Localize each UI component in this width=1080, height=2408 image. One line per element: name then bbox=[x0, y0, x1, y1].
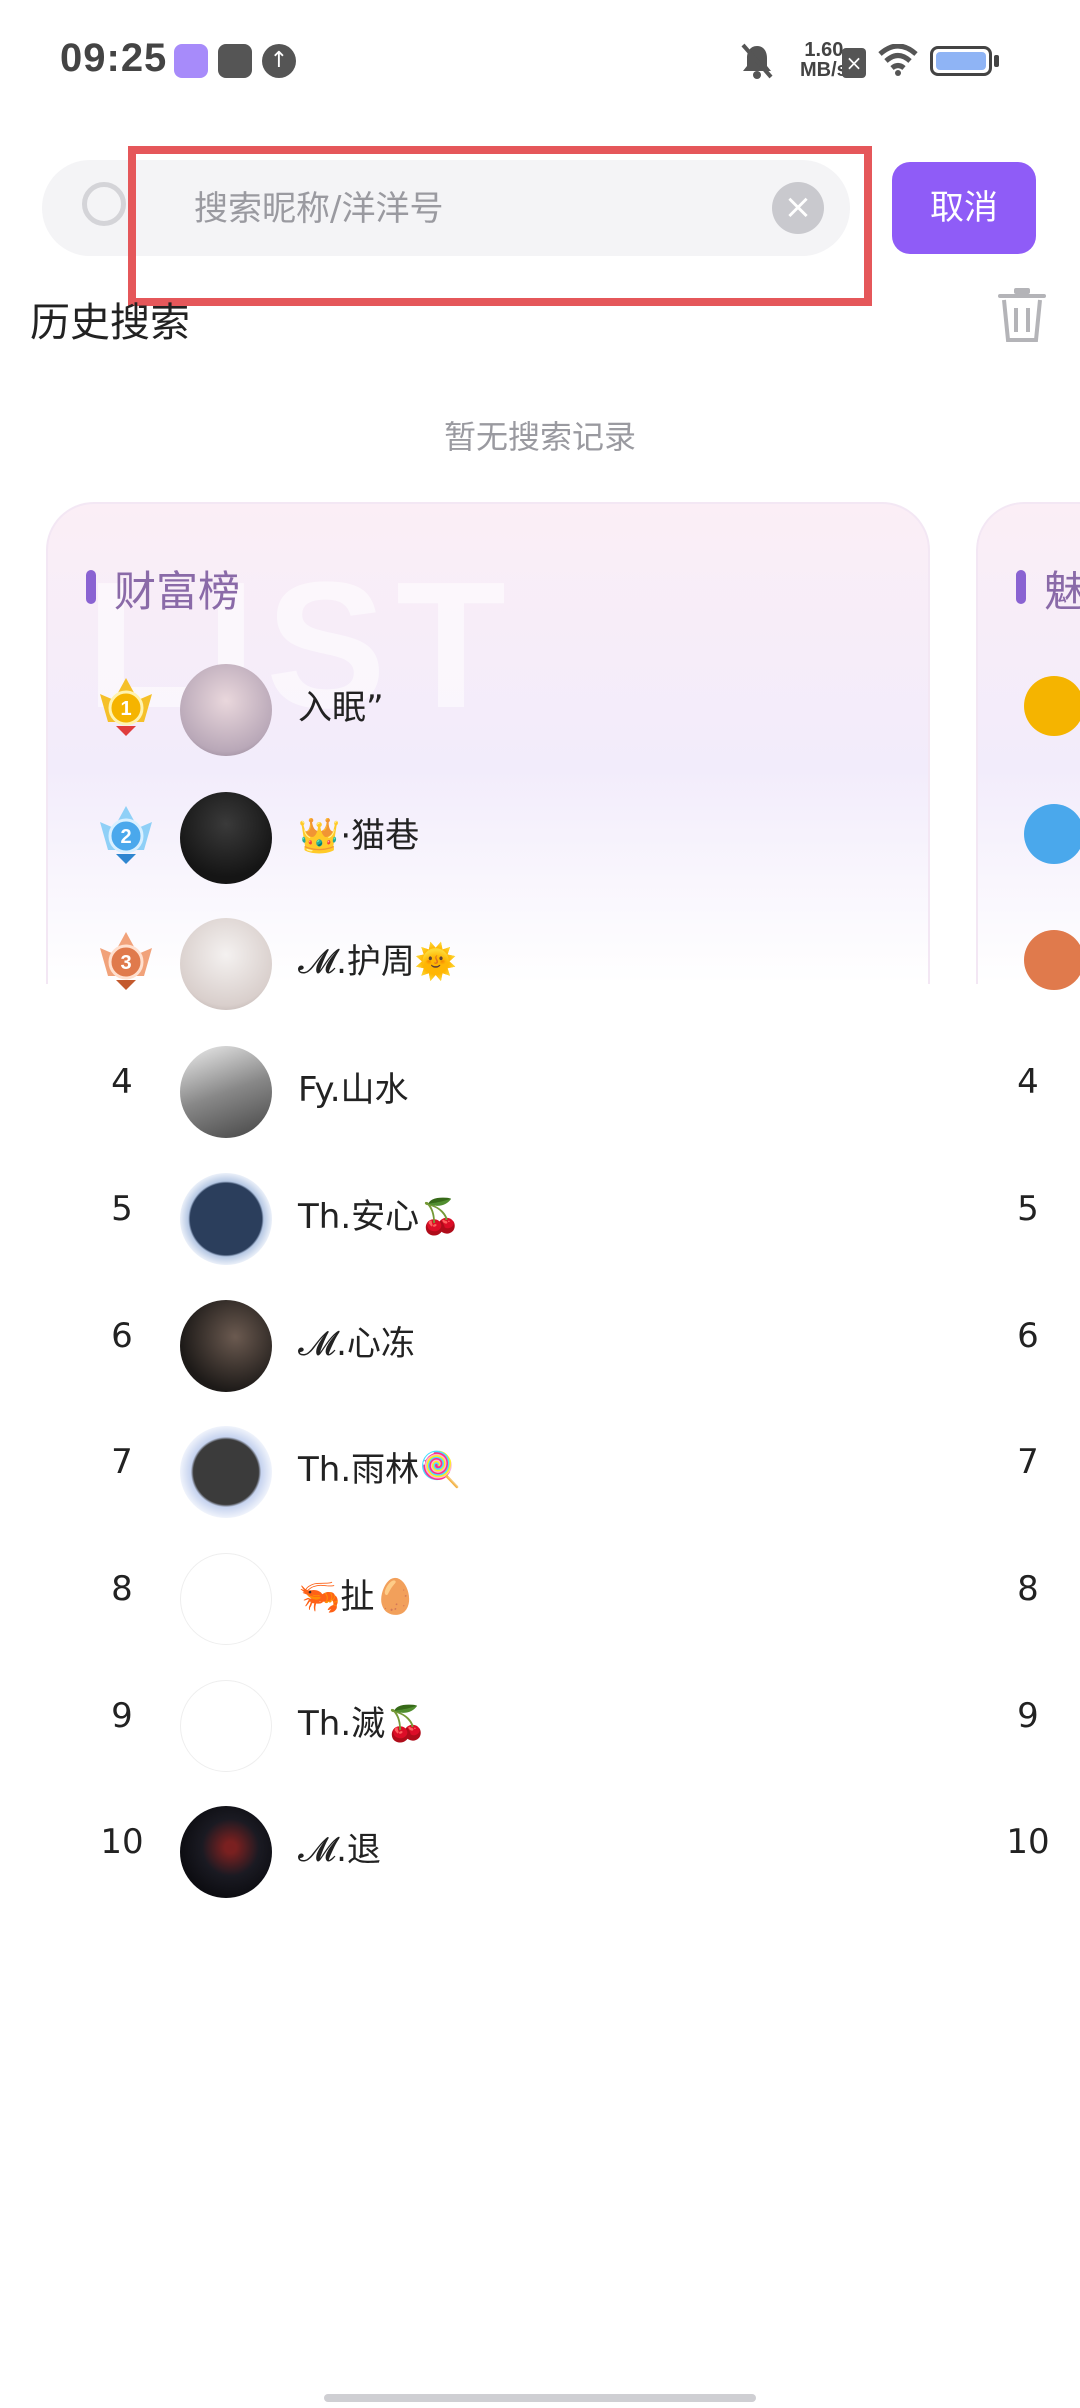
rank-number: 9 bbox=[111, 1696, 133, 1736]
avatar bbox=[180, 1426, 272, 1518]
ranking-row[interactable]: 5 Th.安心🍒 bbox=[46, 1159, 930, 1279]
ranking-row[interactable]: 9 bbox=[976, 1666, 1080, 1786]
net-speed-value: 1.60 bbox=[804, 39, 844, 61]
bronze-medal-icon: 3 bbox=[100, 932, 152, 990]
rank-number: 6 bbox=[1017, 1316, 1039, 1356]
silver-medal-icon bbox=[1024, 804, 1080, 864]
nickname: 𝓜.心冻 bbox=[298, 1324, 415, 1364]
rank-number: 10 bbox=[100, 1822, 144, 1862]
nickname: 👑·猫巷 bbox=[298, 816, 420, 856]
ranking-row[interactable] bbox=[976, 778, 1080, 898]
svg-text:2: 2 bbox=[120, 826, 131, 848]
status-time: 09:25 bbox=[60, 36, 168, 80]
ranking-row[interactable]: 10 𝓜.退 bbox=[46, 1792, 930, 1912]
rank-number: 5 bbox=[111, 1189, 133, 1229]
search-icon bbox=[82, 182, 126, 226]
search-input[interactable] bbox=[192, 160, 796, 258]
rank-number: 8 bbox=[1017, 1569, 1039, 1609]
ranking-row[interactable]: 10 bbox=[976, 1792, 1080, 1902]
rank-number: 4 bbox=[111, 1062, 133, 1102]
upload-notification-icon: ↑ bbox=[262, 44, 296, 78]
ranking-row[interactable]: 7 Th.雨林🍭 bbox=[46, 1412, 930, 1532]
svg-text:3: 3 bbox=[120, 952, 131, 974]
battery-tip bbox=[994, 55, 999, 67]
ranking-row[interactable]: 5 bbox=[976, 1159, 1080, 1279]
nickname: Th.雨林🍭 bbox=[298, 1450, 462, 1490]
ranking-row[interactable]: 1 入眠” bbox=[46, 650, 930, 770]
avatar bbox=[180, 1553, 272, 1645]
nickname: Th.滅🍒 bbox=[298, 1704, 428, 1744]
ranking-row[interactable]: 8 🦐扯🥚 bbox=[46, 1539, 930, 1659]
home-indicator[interactable] bbox=[324, 2394, 756, 2402]
wealth-board-card: LIST 财富榜 1 入眠” 2 👑·猫巷 3 𝓜.护周🌞 4 Fy.山水 5 … bbox=[46, 502, 930, 1902]
avatar bbox=[180, 1173, 272, 1265]
nickname: 🦐扯🥚 bbox=[298, 1577, 417, 1617]
history-title: 历史搜索 bbox=[30, 300, 190, 346]
rank-number: 8 bbox=[111, 1569, 133, 1609]
avatar bbox=[180, 664, 272, 756]
cancel-button[interactable]: 取消 bbox=[892, 162, 1036, 254]
sim-off-icon: × bbox=[842, 48, 866, 78]
ranking-row[interactable]: 2 👑·猫巷 bbox=[46, 778, 930, 898]
ranking-row[interactable]: 4 bbox=[976, 1032, 1080, 1152]
rank-number: 9 bbox=[1017, 1696, 1039, 1736]
nickname: Fy.山水 bbox=[298, 1070, 409, 1110]
battery-icon bbox=[930, 46, 992, 76]
ranking-row[interactable]: 8 bbox=[976, 1539, 1080, 1659]
avatar bbox=[180, 1046, 272, 1138]
ranking-row[interactable]: 4 Fy.山水 bbox=[46, 1032, 930, 1152]
ranking-row[interactable] bbox=[976, 904, 1080, 1024]
rank-number: 7 bbox=[1017, 1442, 1039, 1482]
svg-text:1: 1 bbox=[120, 698, 131, 720]
nickname: 𝓜.退 bbox=[298, 1830, 381, 1870]
wallet-notification-icon bbox=[218, 44, 252, 78]
charm-board-card: 魅 4 5 6 7 8 9 10 bbox=[976, 502, 1080, 1902]
gold-medal-icon: 1 bbox=[100, 678, 152, 736]
rank-number: 10 bbox=[1006, 1822, 1050, 1862]
gold-medal-icon bbox=[1024, 676, 1080, 736]
rank-number: 5 bbox=[1017, 1189, 1039, 1229]
avatar bbox=[180, 1806, 272, 1898]
board-title: 魅 bbox=[1044, 567, 1080, 616]
mute-bell-icon bbox=[741, 43, 773, 79]
ranking-row[interactable] bbox=[976, 650, 1080, 770]
rank-number: 7 bbox=[111, 1442, 133, 1482]
ranking-row[interactable]: 6 bbox=[976, 1286, 1080, 1406]
status-bar: 09:25 ↑ 1.60 MB/s × bbox=[0, 0, 1080, 120]
rank-number: 6 bbox=[111, 1316, 133, 1356]
app-notification-icon bbox=[174, 44, 208, 78]
clear-search-button[interactable]: × bbox=[772, 182, 824, 234]
network-speed: 1.60 MB/s bbox=[800, 40, 848, 80]
nickname: Th.安心🍒 bbox=[298, 1197, 462, 1237]
rank-number: 4 bbox=[1017, 1062, 1039, 1102]
wifi-icon bbox=[878, 44, 918, 76]
net-speed-unit: MB/s bbox=[800, 59, 848, 81]
ranking-row[interactable]: 6 𝓜.心冻 bbox=[46, 1286, 930, 1406]
ranking-row[interactable]: 9 Th.滅🍒 bbox=[46, 1666, 930, 1786]
ranking-row[interactable]: 7 bbox=[976, 1412, 1080, 1532]
empty-history-text: 暂无搜索记录 bbox=[443, 418, 636, 456]
nickname: 入眠” bbox=[298, 688, 384, 728]
nickname: 𝓜.护周🌞 bbox=[298, 942, 458, 982]
avatar bbox=[180, 792, 272, 884]
silver-medal-icon: 2 bbox=[100, 806, 152, 864]
avatar bbox=[180, 918, 272, 1010]
avatar bbox=[180, 1300, 272, 1392]
board-title: 财富榜 bbox=[114, 567, 241, 616]
ranking-row[interactable]: 3 𝓜.护周🌞 bbox=[46, 904, 930, 1024]
bronze-medal-icon bbox=[1024, 930, 1080, 990]
search-bar[interactable]: × bbox=[42, 160, 850, 258]
title-accent-bar bbox=[86, 570, 96, 604]
trash-icon[interactable] bbox=[996, 286, 1048, 344]
avatar bbox=[180, 1680, 272, 1772]
title-accent-bar bbox=[1016, 570, 1026, 604]
